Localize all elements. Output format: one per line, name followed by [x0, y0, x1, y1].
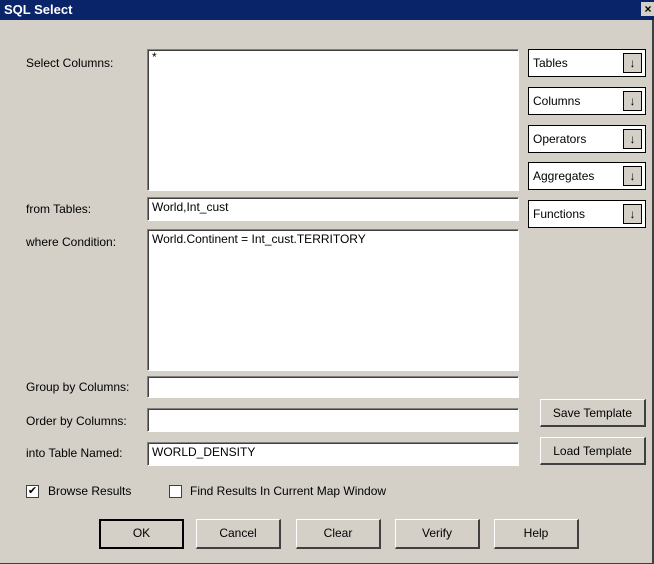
clear-button[interactable]: Clear — [296, 519, 381, 549]
aggregates-dropdown-label: Aggregates — [533, 169, 595, 183]
tables-dropdown[interactable]: Tables ↓ — [528, 49, 646, 77]
columns-dropdown-label: Columns — [533, 94, 581, 108]
save-template-button[interactable]: Save Template — [540, 399, 646, 427]
functions-dropdown-label: Functions — [533, 207, 586, 221]
functions-dropdown[interactable]: Functions ↓ — [528, 200, 646, 228]
title-bar[interactable]: SQL Select × — [0, 0, 654, 20]
operators-dropdown-label: Operators — [533, 132, 587, 146]
group-by-field[interactable] — [147, 376, 519, 398]
chevron-down-icon[interactable]: ↓ — [623, 53, 642, 73]
close-icon[interactable]: × — [641, 2, 654, 16]
window-title: SQL Select — [4, 2, 73, 17]
tables-dropdown-label: Tables — [533, 56, 568, 70]
load-template-button[interactable]: Load Template — [540, 437, 646, 465]
into-table-field[interactable]: WORLD_DENSITY — [147, 442, 519, 466]
cancel-button[interactable]: Cancel — [196, 519, 281, 549]
find-results-checkbox[interactable] — [169, 485, 182, 498]
order-by-field[interactable] — [147, 408, 519, 432]
aggregates-dropdown[interactable]: Aggregates ↓ — [528, 162, 646, 190]
chevron-down-icon[interactable]: ↓ — [623, 91, 642, 111]
help-button[interactable]: Help — [494, 519, 579, 549]
from-tables-label: from Tables: — [26, 202, 92, 216]
chevron-down-icon[interactable]: ↓ — [623, 129, 642, 149]
into-table-label: into Table Named: — [26, 446, 123, 460]
from-tables-field[interactable]: World,Int_cust — [147, 197, 519, 221]
columns-dropdown[interactable]: Columns ↓ — [528, 87, 646, 115]
chevron-down-icon[interactable]: ↓ — [623, 166, 642, 186]
where-condition-label: where Condition: — [26, 235, 117, 249]
select-columns-label: Select Columns: — [26, 56, 114, 70]
verify-button[interactable]: Verify — [395, 519, 480, 549]
find-results-label[interactable]: Find Results In Current Map Window — [190, 484, 386, 498]
chevron-down-icon[interactable]: ↓ — [623, 204, 642, 224]
ok-button[interactable]: OK — [99, 519, 184, 549]
browse-results-checkbox[interactable]: ✔ — [26, 485, 39, 498]
operators-dropdown[interactable]: Operators ↓ — [528, 125, 646, 153]
where-condition-field[interactable]: World.Continent = Int_cust.TERRITORY — [147, 229, 519, 371]
sql-select-dialog: SQL Select × Select Columns: from Tables… — [0, 0, 654, 564]
select-columns-field[interactable]: * — [147, 49, 519, 191]
browse-results-label[interactable]: Browse Results — [48, 484, 131, 498]
order-by-label: Order by Columns: — [26, 414, 127, 428]
group-by-label: Group by Columns: — [26, 380, 130, 394]
